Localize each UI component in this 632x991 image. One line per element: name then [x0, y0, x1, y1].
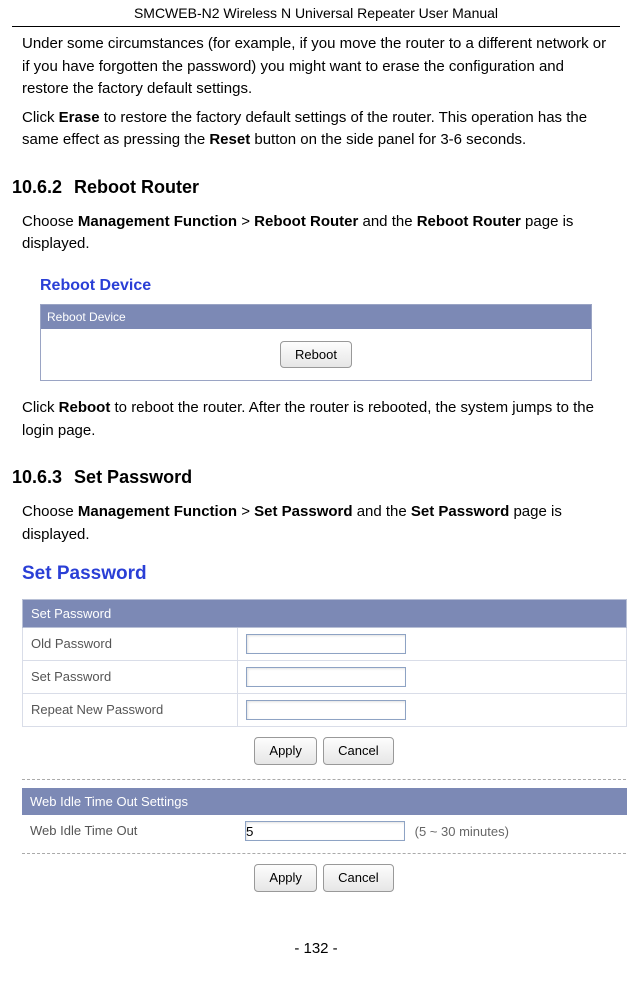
idle-timeout-label: Web Idle Time Out — [22, 815, 237, 847]
old-password-label: Old Password — [23, 628, 238, 661]
page-content: Under some circumstances (for example, i… — [0, 33, 632, 894]
set-password-table: Set Password Old Password Set Password R… — [22, 599, 627, 728]
reboot-router-page-term: Reboot Router — [417, 213, 521, 230]
reboot-panel-header: Reboot Device — [41, 305, 591, 329]
reboot-term: Reboot — [59, 399, 111, 416]
set-password-page-term: Set Password — [411, 503, 509, 520]
reboot-device-panel: Reboot Device Reboot — [40, 304, 592, 382]
mgmt-func-term: Management Function — [78, 213, 237, 230]
reset-term: Reset — [209, 131, 250, 148]
txt: Choose — [22, 503, 78, 520]
reboot-device-title: Reboot Device — [40, 274, 592, 298]
txt: > — [237, 503, 254, 520]
reboot-nav-paragraph: Choose Management Function > Reboot Rout… — [22, 211, 610, 256]
idle-timeout-input[interactable] — [245, 821, 405, 841]
separator — [22, 779, 626, 780]
intro-2e: button on the side panel for 3-6 seconds… — [250, 131, 526, 148]
idle-timeout-header: Web Idle Time Out Settings — [22, 788, 627, 816]
erase-term: Erase — [59, 109, 100, 126]
set-password-figure: Set Password Set Password Old Password S… — [14, 560, 632, 894]
setpassword-nav-paragraph: Choose Management Function > Set Passwor… — [22, 501, 610, 546]
page-footer: - 132 - — [0, 938, 632, 969]
idle-button-row: Apply Cancel — [14, 862, 632, 894]
page-number: - 132 - — [294, 940, 337, 957]
set-password-title: Set Password — [14, 560, 632, 589]
section-reboot-title: Reboot Router — [74, 177, 199, 197]
txt: Click — [22, 399, 59, 416]
set-password-term: Set Password — [254, 503, 352, 520]
txt: Choose — [22, 213, 78, 230]
section-reboot-number: 10.6.2 — [12, 177, 62, 197]
table-row: Set Password — [23, 661, 627, 694]
manual-title: SMCWEB-N2 Wireless N Universal Repeater … — [134, 5, 498, 21]
idle-timeout-table: Web Idle Time Out Settings Web Idle Time… — [22, 788, 627, 848]
section-reboot-heading: 10.6.2 Reboot Router — [12, 174, 610, 201]
intro-paragraph-2: Click Erase to restore the factory defau… — [22, 107, 610, 152]
intro-paragraph-1: Under some circumstances (for example, i… — [22, 33, 610, 101]
page-header: SMCWEB-N2 Wireless N Universal Repeater … — [12, 0, 620, 27]
apply-button[interactable]: Apply — [254, 864, 317, 892]
txt: and the — [353, 503, 411, 520]
table-row: Repeat New Password — [23, 694, 627, 727]
intro-2a: Click — [22, 109, 59, 126]
set-password-input[interactable] — [246, 667, 406, 687]
reboot-button[interactable]: Reboot — [280, 341, 352, 369]
repeat-password-input[interactable] — [246, 700, 406, 720]
reboot-router-term: Reboot Router — [254, 213, 358, 230]
cancel-button[interactable]: Cancel — [323, 737, 393, 765]
set-password-label: Set Password — [23, 661, 238, 694]
section-setpassword-title: Set Password — [74, 467, 192, 487]
set-password-table-header: Set Password — [23, 599, 627, 628]
txt: > — [237, 213, 254, 230]
table-row: Web Idle Time Out (5 ~ 30 minutes) — [22, 815, 627, 847]
idle-timeout-hint: (5 ~ 30 minutes) — [415, 824, 509, 839]
section-setpassword-number: 10.6.3 — [12, 467, 62, 487]
table-row: Old Password — [23, 628, 627, 661]
section-setpassword-heading: 10.6.3 Set Password — [12, 464, 610, 491]
txt: and the — [358, 213, 416, 230]
apply-button[interactable]: Apply — [254, 737, 317, 765]
old-password-input[interactable] — [246, 634, 406, 654]
repeat-password-label: Repeat New Password — [23, 694, 238, 727]
cancel-button[interactable]: Cancel — [323, 864, 393, 892]
reboot-panel-body: Reboot — [41, 329, 591, 381]
reboot-after-paragraph: Click Reboot to reboot the router. After… — [22, 397, 610, 442]
separator — [22, 853, 626, 854]
reboot-device-figure: Reboot Device Reboot Device Reboot — [40, 274, 592, 382]
mgmt-func-term: Management Function — [78, 503, 237, 520]
intro-text-1: Under some circumstances (for example, i… — [22, 35, 606, 97]
password-button-row: Apply Cancel — [14, 735, 632, 767]
